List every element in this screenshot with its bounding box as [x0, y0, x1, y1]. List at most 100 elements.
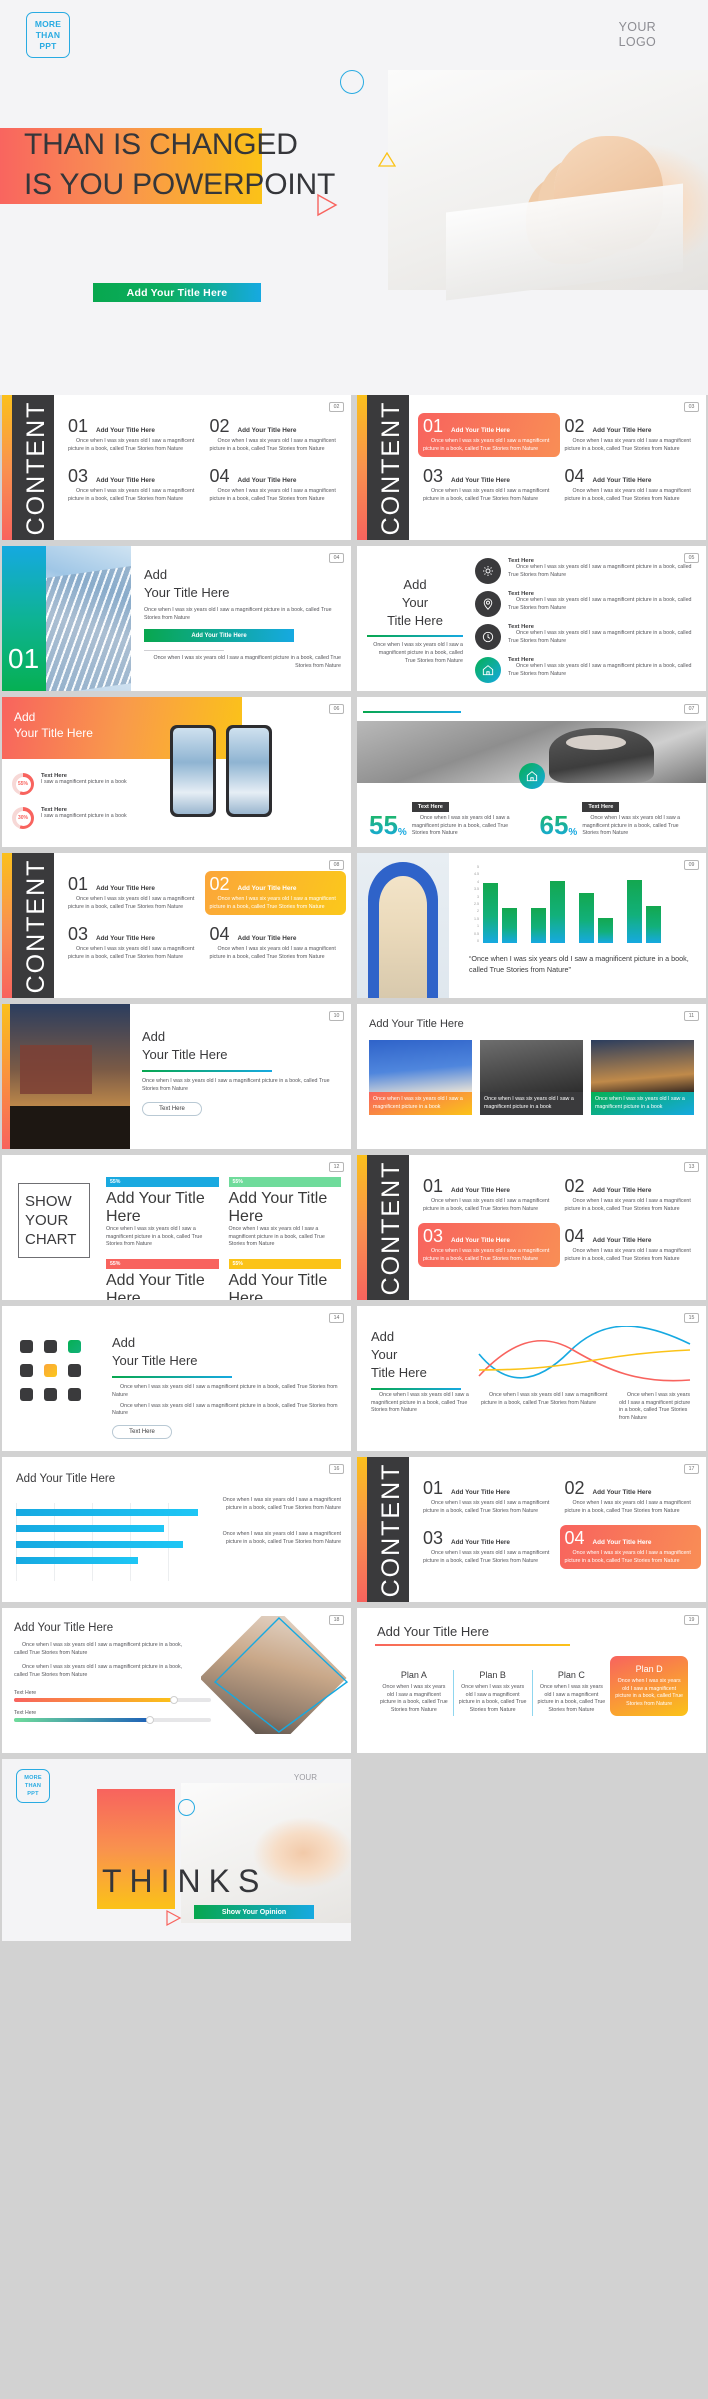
content-item[interactable]: 02 Add Your Title Here Once when I was si…: [565, 417, 697, 453]
slide-content-17[interactable]: 17 CONTENT 01 Add Your Title Here Once wh…: [357, 1457, 706, 1602]
donut-row[interactable]: 55% Text Here I saw a magnificent pictur…: [12, 773, 132, 795]
slide-content-13[interactable]: 13 CONTENT 01 Add Your Title Here Once wh…: [357, 1155, 706, 1300]
your-logo-line-2: LOGO: [618, 35, 656, 49]
icon-row-body: Once when I was six years old I saw a ma…: [508, 597, 692, 611]
content-item[interactable]: 04 Add Your Title Here Once when I was si…: [210, 925, 342, 961]
content-item[interactable]: 01 Add Your Title Here Once when I was si…: [68, 875, 200, 911]
content-item-highlighted[interactable]: 01 Add Your Title Here Once when I was si…: [418, 413, 560, 458]
donut-chart-icon: 55%: [12, 773, 34, 795]
content-item[interactable]: 04 Add Your Title Here Once when I was si…: [565, 1227, 697, 1263]
item-title: Add Your Title Here: [451, 1539, 510, 1547]
slider-knob[interactable]: [145, 1716, 154, 1724]
slide-cta-button[interactable]: Add Your Title Here: [144, 629, 294, 643]
hero-cta-button[interactable]: Add Your Title Here: [93, 283, 261, 302]
chart-bar: [16, 1541, 184, 1548]
content-item-highlighted[interactable]: 03 Add Your Title Here Once when I was si…: [418, 1223, 560, 1268]
card-body-wrap: Once when I was six years old I saw a ma…: [369, 1092, 472, 1116]
slide-bar-chart-09[interactable]: 09 5 4.5 4 3.5 3 2.5 2 1.5 1 0.5 0 “Once when I wa…: [357, 853, 706, 998]
content-item-highlighted[interactable]: 04 Add Your Title Here Once when I was si…: [559, 1525, 701, 1570]
chart-y-tick: 0.5: [474, 931, 479, 936]
square-icon: [44, 1340, 57, 1353]
square-icon-orange: [44, 1364, 57, 1377]
slider-knob[interactable]: [169, 1696, 178, 1704]
slider-track[interactable]: [14, 1716, 211, 1724]
slide-content-02[interactable]: 02 CONTENT 01 Add Your Title Here Once wh…: [2, 395, 351, 540]
item-title: Add Your Title Here: [96, 935, 155, 943]
icon-row[interactable]: Text Here Once when I was six years old …: [475, 657, 698, 683]
square-icon: [20, 1364, 33, 1377]
item-number: 01: [423, 1478, 444, 1498]
plan-card-highlighted[interactable]: Plan D Once when I was six years old I s…: [610, 1656, 688, 1717]
slide-title-line-2: Your Title Here: [142, 1047, 228, 1062]
item-number: 01: [423, 1176, 444, 1196]
card[interactable]: Once when I was six years old I saw a ma…: [369, 1040, 472, 1116]
plan-card[interactable]: Plan A Once when I was six years old I s…: [375, 1670, 453, 1714]
content-item[interactable]: 01 Add Your Title Here Once when I was si…: [423, 1479, 555, 1515]
slide-icon-list-05[interactable]: 05 Add Your Title Here Once when I was s…: [357, 546, 706, 691]
card[interactable]: Once when I was six years old I saw a ma…: [480, 1040, 583, 1116]
content-item[interactable]: 04 Add Your Title Here Once when I was si…: [565, 467, 697, 503]
content-vertical-label: CONTENT: [376, 400, 405, 535]
chart-item[interactable]: 55% Add Your Title Here Once when I was …: [228, 1177, 341, 1249]
slide-title-line-1: Add: [142, 1029, 166, 1044]
stat-title: Text Here: [411, 802, 449, 812]
content-item[interactable]: 03 Add Your Title Here Once when I was si…: [68, 925, 200, 961]
content-item[interactable]: 03 Add Your Title Here Once when I was si…: [423, 1529, 555, 1565]
stat-body: Once when I was six years old I saw a ma…: [411, 815, 510, 837]
slide-building-04[interactable]: 04 01 Add Your Title Here Once when I wa…: [2, 546, 351, 691]
item-number: 02: [564, 416, 585, 436]
content-item[interactable]: 03 Add Your Title Here Once when I was si…: [423, 467, 555, 503]
slide-title: Add Your Title Here: [377, 1624, 490, 1639]
content-item[interactable]: 04 Add Your Title Here Once when I was si…: [210, 467, 342, 503]
slide-row: 10 Add Your Title Here Once when I was s…: [0, 1004, 708, 1155]
content-items: 01 Add Your Title Here Once when I was si…: [418, 1177, 697, 1268]
chart-item[interactable]: 55% Add Your Title Here Once when I was …: [106, 1177, 219, 1249]
content-item[interactable]: 02 Add Your Title Here Once when I was si…: [565, 1177, 697, 1213]
show-your-opinion-button[interactable]: Show Your Opinion: [194, 1905, 314, 1919]
slide-show-chart-12[interactable]: 12 SHOW YOUR CHART 55% Add Your Title He…: [2, 1155, 351, 1300]
slide-plans-19[interactable]: 19 Add Your Title Here Plan A Once when …: [357, 1608, 706, 1753]
slide-content-08[interactable]: 08 CONTENT 01 Add Your Title Here Once wh…: [2, 853, 351, 998]
slide-percentage-07[interactable]: 07 55 % Text Here Once when I was six ye…: [357, 697, 706, 847]
slide-icon-grid-14[interactable]: 14 Add Your Title Here Once when I was s…: [2, 1306, 351, 1451]
slide-phone-06[interactable]: 06 Add Your Title Here 55% Text Here I s…: [2, 697, 351, 847]
content-item[interactable]: 02 Add Your Title Here Once when I was si…: [210, 417, 342, 453]
slide-curve-chart-15[interactable]: 15 Add Your Title Here Once when I was s…: [357, 1306, 706, 1451]
content-item[interactable]: 01 Add Your Title Here Once when I was si…: [68, 417, 200, 453]
text-here-button[interactable]: Text Here: [112, 1424, 172, 1439]
item-title: Add Your Title Here: [96, 477, 155, 485]
card[interactable]: Once when I was six years old I saw a ma…: [591, 1040, 694, 1116]
plan-card[interactable]: Plan C Once when I was six years old I s…: [533, 1670, 611, 1714]
slide-city-10[interactable]: 10 Add Your Title Here Once when I was s…: [2, 1004, 351, 1149]
content-item[interactable]: 03 Add Your Title Here Once when I was si…: [68, 467, 200, 503]
stat-unit: %: [397, 826, 407, 838]
content-item-highlighted[interactable]: 02 Add Your Title Here Once when I was si…: [204, 871, 346, 916]
content-item[interactable]: 01 Add Your Title Here Once when I was si…: [423, 1177, 555, 1213]
icon-row[interactable]: Text Here Once when I was six years old …: [475, 591, 698, 617]
item-body: Once when I was six years old I saw a ma…: [68, 438, 195, 452]
icon-row[interactable]: Text Here Once when I was six years old …: [475, 624, 698, 650]
slide-content-03[interactable]: 03 CONTENT 01 Add Your Title Here Once wh…: [357, 395, 706, 540]
chart-item[interactable]: 55% Add Your Title Here Once when I was …: [228, 1258, 341, 1300]
donut-row[interactable]: 30% Text Here I saw a magnificent pictur…: [12, 807, 132, 829]
stat-body: Once when I was six years old I saw a ma…: [582, 815, 681, 837]
content-item[interactable]: 02 Add Your Title Here Once when I was si…: [565, 1479, 697, 1515]
text-here-button[interactable]: Text Here: [142, 1101, 202, 1116]
stat-block[interactable]: 65 % Text Here Once when I was six years…: [540, 795, 697, 838]
slide-three-cards-11[interactable]: 11 Add Your Title Here Once when I was s…: [357, 1004, 706, 1149]
slide-thinks-final[interactable]: MORE THAN PPT YOUR LOGO THINKS Show Your…: [2, 1759, 351, 1941]
donut-chart-icon: 30%: [12, 807, 34, 829]
stat-block[interactable]: 55 % Text Here Once when I was six years…: [369, 795, 526, 838]
slide-horizontal-bars-16[interactable]: 16 Add Your Title Here Once when I was s…: [2, 1457, 351, 1602]
item-title: Add Your Title Here: [592, 1539, 652, 1547]
stat-title: Text Here: [582, 802, 620, 812]
icon-row[interactable]: Text Here Once when I was six years old …: [475, 558, 698, 584]
item-number: 03: [423, 1528, 444, 1549]
slide-portrait-sliders-18[interactable]: 18 Add Your Title Here Once when I was s…: [2, 1608, 351, 1753]
chart-item[interactable]: 55% Add Your Title Here Once when I was …: [106, 1258, 219, 1300]
accent-rule: [363, 711, 461, 714]
slide-number-badge: 16: [329, 1464, 344, 1474]
slider-track[interactable]: [14, 1696, 211, 1704]
item-body: Once when I was six years old I saw a ma…: [423, 1248, 550, 1262]
plan-card[interactable]: Plan B Once when I was six years old I s…: [454, 1670, 532, 1714]
